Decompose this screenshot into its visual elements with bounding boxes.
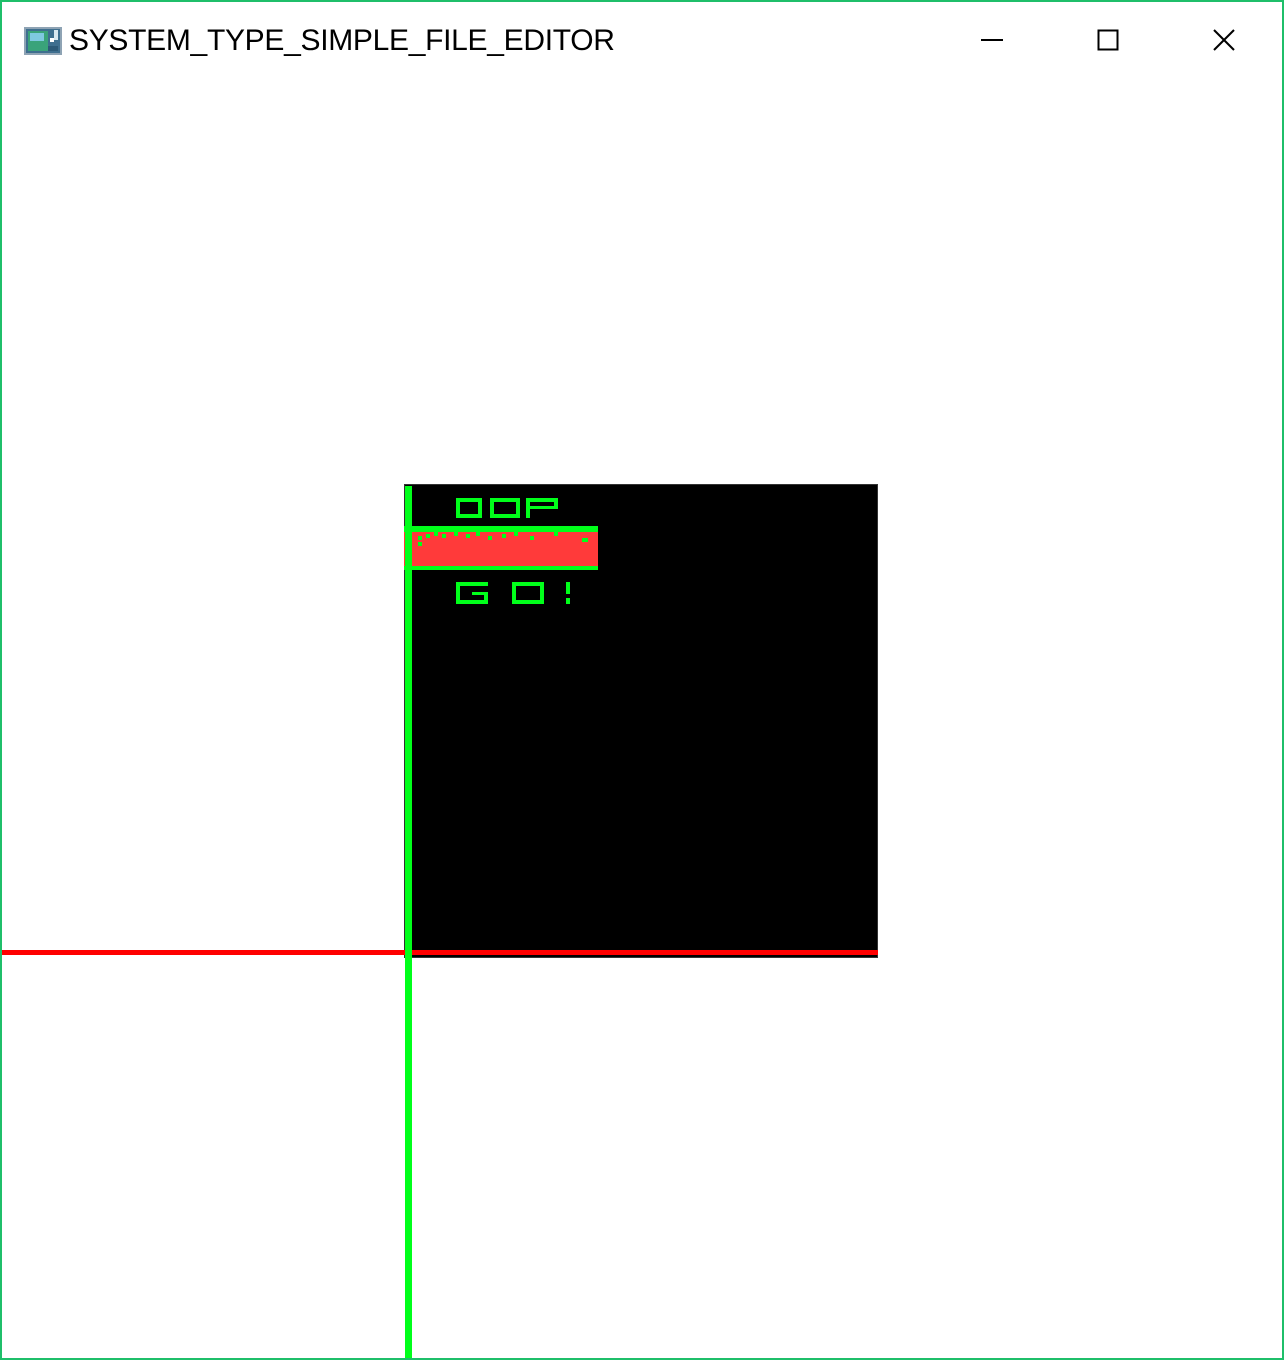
x-axis-line — [2, 950, 878, 955]
sprite: OOP GO! — [404, 484, 604, 624]
window-title: SYSTEM_TYPE_SIMPLE_FILE_EDITOR — [69, 24, 615, 57]
render-canvas[interactable]: OOP GO! — [2, 78, 1282, 1358]
app-icon — [24, 26, 62, 56]
close-icon — [1213, 29, 1235, 51]
sprite-graphic — [404, 498, 598, 604]
app-window: SYSTEM_TYPE_SIMPLE_FILE_EDITOR — [0, 0, 1284, 1360]
maximize-button[interactable] — [1050, 2, 1166, 78]
minimize-icon — [981, 29, 1003, 51]
minimize-button[interactable] — [934, 2, 1050, 78]
close-button[interactable] — [1166, 2, 1282, 78]
y-axis-line — [405, 486, 412, 1358]
maximize-icon — [1097, 29, 1119, 51]
title-bar[interactable]: SYSTEM_TYPE_SIMPLE_FILE_EDITOR — [2, 2, 1282, 78]
